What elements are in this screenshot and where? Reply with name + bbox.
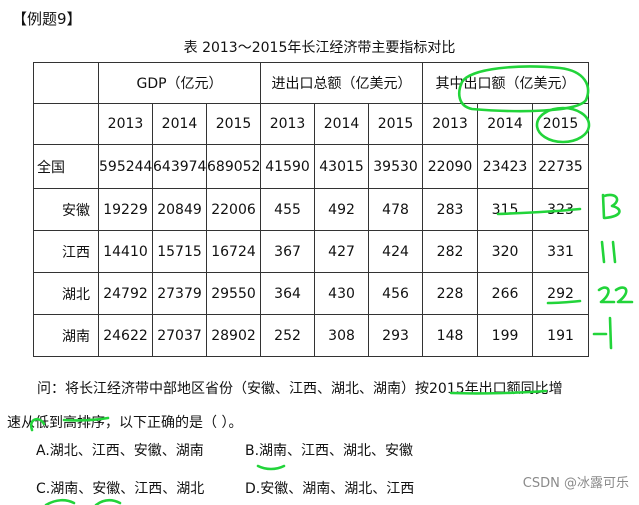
table-title: 表 2013～2015年长江经济带主要指标对比 [183,40,456,56]
cell: 24622 [98,314,153,357]
cell: 199 [477,314,534,357]
ink-underline-option-c1 [44,498,76,505]
cell: 283 [422,188,479,231]
group-header-gdp: GDP（亿元） [97,62,262,104]
year-header: 2013 [260,103,316,145]
year-header: 2015 [532,103,590,145]
cell: 41590 [260,144,316,189]
cell: 15715 [152,230,207,273]
cell: 367 [260,230,316,273]
cell: 16724 [205,230,262,273]
cell: 252 [260,314,316,357]
cell: 23423 [477,144,534,189]
cell: 266 [477,272,534,315]
cell: 27037 [152,314,207,357]
cell: 492 [314,188,370,231]
cell: 478 [368,188,424,231]
table-row: 江西 14410 15715 16724 367 427 424 282 320… [33,230,590,273]
cell: 364 [260,272,316,315]
cell: 292 [532,272,590,315]
option-b[interactable]: B.湖南、江西、湖北、安徽 [245,440,413,460]
cell: 595244 [98,144,153,189]
ink-mark-hubei [597,286,634,304]
row-label: 安徽 [33,188,99,231]
watermark: CSDN @冰露可乐 [522,476,629,491]
cell: 323 [532,188,590,231]
cell: 148 [422,314,479,357]
row-label: 湖北 [33,272,99,315]
year-header: 2015 [368,103,424,145]
cell: 14410 [98,230,153,273]
ink-underline-option-b [256,464,286,471]
cell: 22735 [532,144,590,189]
cell: 643974 [152,144,207,189]
cell: 19229 [98,188,153,231]
cell: 689052 [205,144,262,189]
year-header-row: 2013 2014 2015 2013 2014 2015 2013 2014 … [33,103,590,145]
cell: 456 [368,272,424,315]
cell: 20849 [152,188,207,231]
cell: 43015 [314,144,370,189]
group-header-row: GDP（亿元） 进出口总额（亿美元） 其中出口额（亿美元） [33,62,590,104]
cell: 320 [477,230,534,273]
indicator-table: GDP（亿元） 进出口总额（亿美元） 其中出口额（亿美元） 2013 2014 … [33,62,590,357]
question-text: 问：将长江经济带中部地区省份（安徽、江西、湖北、湖南）按2015年出口额同比增 … [7,372,627,440]
question-line-2: 速从低到高排序，以下正确的是（ ）。 [7,415,243,431]
cell: 455 [260,188,316,231]
year-header: 2014 [314,103,370,145]
table-row: 安徽 19229 20849 22006 455 492 478 283 315… [33,188,590,231]
ink-mark-jiangxi [600,240,617,264]
cell: 29550 [205,272,262,315]
year-header: 2015 [205,103,262,145]
row-label: 江西 [33,230,99,273]
cell: 39530 [368,144,424,189]
cell: 282 [422,230,479,273]
cell: 308 [314,314,370,357]
group-header-export: 其中出口额（亿美元） [422,62,590,104]
ink-mark-anhui [601,193,621,220]
cell: 424 [368,230,424,273]
cell: 293 [368,314,424,357]
table-row: 湖北 24792 27379 29550 364 430 456 228 266… [33,272,590,315]
cell: 228 [422,272,479,315]
year-header: 2013 [98,103,153,145]
corner-cell [33,103,99,145]
cell: 427 [314,230,370,273]
example-label: 【例题9】 [12,10,82,28]
option-a[interactable]: A.湖北、江西、安徽、湖南 [36,440,204,460]
option-d[interactable]: D.安徽、湖南、湖北、江西 [245,478,414,498]
ink-mark-hunan [592,316,613,350]
year-header: 2014 [477,103,534,145]
year-header: 2013 [422,103,479,145]
row-label: 全国 [33,144,99,189]
cell: 22090 [422,144,479,189]
ink-underline-option-c2 [94,498,122,505]
cell: 27379 [152,272,207,315]
option-c[interactable]: C.湖南、安徽、江西、湖北 [36,478,204,498]
cell: 24792 [98,272,153,315]
table-row: 湖南 24622 27037 28902 252 308 293 148 199… [33,314,590,357]
table-row: 全国 595244 643974 689052 41590 43015 3953… [33,144,590,189]
cell: 191 [532,314,590,357]
cell: 430 [314,272,370,315]
corner-cell [33,62,99,104]
cell: 28902 [205,314,262,357]
year-header: 2014 [152,103,207,145]
group-header-trade: 进出口总额（亿美元） [260,62,424,104]
question-line-1: 问：将长江经济带中部地区省份（安徽、江西、湖北、湖南）按2015年出口额同比增 [37,381,563,397]
cell: 315 [477,188,534,231]
cell: 22006 [205,188,262,231]
row-label: 湖南 [33,314,99,357]
cell: 331 [532,230,590,273]
